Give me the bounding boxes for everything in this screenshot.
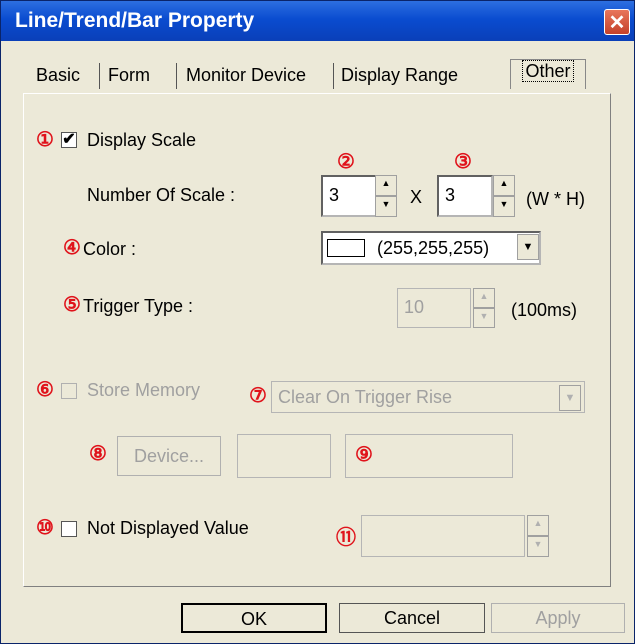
ok-button[interactable]: OK <box>181 603 327 633</box>
cancel-button[interactable]: Cancel <box>339 603 485 633</box>
trigger-unit-label: (100ms) <box>511 300 578 320</box>
display-scale-checkbox[interactable]: ✔ <box>61 132 77 148</box>
marker-11: ⑪ <box>336 527 356 549</box>
not-displayed-value-spinner[interactable]: ▲ ▼ <box>527 515 549 557</box>
trigger-type-label: Trigger Type : <box>83 296 194 316</box>
spin-up-icon[interactable]: ▲ <box>493 175 515 196</box>
scale-width-spinner[interactable]: ▲ ▼ <box>375 175 397 217</box>
tab-separator <box>176 63 177 89</box>
tab-strip: Basic Form Monitor Device Display Range … <box>26 59 586 93</box>
tab-other[interactable]: Other <box>510 59 586 89</box>
tab-basic[interactable]: Basic <box>36 65 80 89</box>
marker-9: ⑨ <box>355 444 373 466</box>
device-button[interactable]: Device... <box>117 436 221 476</box>
not-displayed-value-input[interactable] <box>361 515 525 557</box>
color-label: Color : <box>83 239 137 259</box>
marker-3: ③ <box>454 151 472 173</box>
spin-up-icon[interactable]: ▲ <box>375 175 397 196</box>
marker-5: ⑤ <box>63 294 81 316</box>
scale-height-input[interactable]: 3 <box>437 175 493 217</box>
tab-form[interactable]: Form <box>108 65 150 89</box>
color-dropdown-arrow-icon[interactable]: ▼ <box>517 234 539 260</box>
title-bar[interactable]: Line/Trend/Bar Property ✕ <box>1 1 634 41</box>
tab-monitor-device[interactable]: Monitor Device <box>186 65 306 89</box>
tab-separator <box>333 63 334 89</box>
store-memory-dropdown-arrow-icon[interactable]: ▼ <box>559 385 581 411</box>
marker-8: ⑧ <box>89 443 107 465</box>
spin-up-icon[interactable]: ▲ <box>527 515 549 536</box>
apply-button[interactable]: Apply <box>491 603 625 633</box>
spin-down-icon[interactable]: ▼ <box>527 536 549 557</box>
number-of-scale-label: Number Of Scale : <box>87 185 236 205</box>
marker-4: ④ <box>63 237 81 259</box>
device-field-1[interactable] <box>237 434 331 478</box>
store-memory-option-value: Clear On Trigger Rise <box>278 387 453 407</box>
scale-x-separator: X <box>410 187 423 207</box>
not-displayed-value-label: Not Displayed Value <box>87 518 249 538</box>
store-memory-checkbox[interactable] <box>61 383 77 399</box>
spin-down-icon[interactable]: ▼ <box>375 196 397 217</box>
spin-down-icon[interactable]: ▼ <box>473 308 495 328</box>
tab-separator <box>99 63 100 89</box>
dialog-window: Line/Trend/Bar Property ✕ Basic Form Mon… <box>0 0 635 644</box>
trigger-type-spinner[interactable]: ▲ ▼ <box>473 288 495 328</box>
not-displayed-value-checkbox[interactable] <box>61 521 77 537</box>
marker-7: ⑦ <box>249 385 267 407</box>
tab-other-label: Other <box>522 60 574 82</box>
store-memory-option-dropdown[interactable]: Clear On Trigger Rise <box>271 381 585 413</box>
scale-width-input[interactable]: 3 <box>321 175 377 217</box>
spin-down-icon[interactable]: ▼ <box>493 196 515 217</box>
store-memory-label: Store Memory <box>87 380 201 400</box>
scale-height-spinner[interactable]: ▲ ▼ <box>493 175 515 217</box>
close-button[interactable]: ✕ <box>604 9 630 35</box>
color-swatch <box>327 239 365 257</box>
spin-up-icon[interactable]: ▲ <box>473 288 495 308</box>
tab-display-range[interactable]: Display Range <box>341 65 458 89</box>
marker-2: ② <box>337 151 355 173</box>
marker-1: ① <box>36 129 54 151</box>
display-scale-label: Display Scale <box>87 130 197 150</box>
scale-unit-label: (W * H) <box>526 189 585 209</box>
color-value: (255,255,255) <box>377 238 490 258</box>
window-title: Line/Trend/Bar Property <box>15 9 255 32</box>
marker-10: ⑩ <box>36 517 54 539</box>
trigger-type-input[interactable]: 10 <box>397 288 471 328</box>
tab-panel-other <box>23 93 611 587</box>
marker-6: ⑥ <box>36 379 54 401</box>
